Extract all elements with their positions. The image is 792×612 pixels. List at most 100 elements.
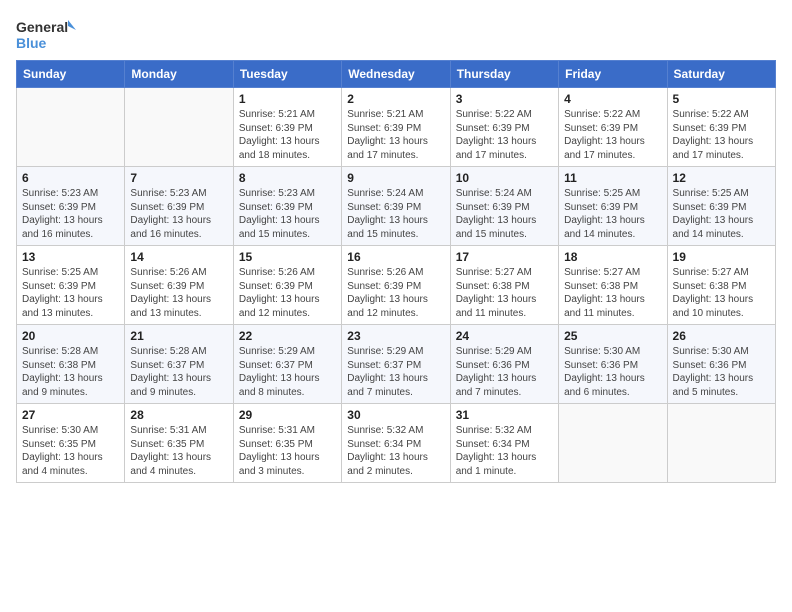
day-info: Sunrise: 5:21 AM Sunset: 6:39 PM Dayligh… xyxy=(239,108,336,162)
day-info: Sunrise: 5:30 AM Sunset: 6:36 PM Dayligh… xyxy=(564,345,661,399)
day-info: Sunrise: 5:31 AM Sunset: 6:35 PM Dayligh… xyxy=(130,424,227,478)
calendar-cell: 31 Sunrise: 5:32 AM Sunset: 6:34 PM Dayli… xyxy=(450,404,558,483)
calendar-cell: 24 Sunrise: 5:29 AM Sunset: 6:36 PM Dayli… xyxy=(450,325,558,404)
day-info: Sunrise: 5:23 AM Sunset: 6:39 PM Dayligh… xyxy=(22,187,119,241)
calendar-cell: 12 Sunrise: 5:25 AM Sunset: 6:39 PM Dayli… xyxy=(667,167,775,246)
week-row-4: 20 Sunrise: 5:28 AM Sunset: 6:38 PM Dayli… xyxy=(17,325,776,404)
calendar-cell: 17 Sunrise: 5:27 AM Sunset: 6:38 PM Dayli… xyxy=(450,246,558,325)
col-header-thursday: Thursday xyxy=(450,61,558,88)
header: GeneralBlue xyxy=(16,16,776,52)
day-info: Sunrise: 5:25 AM Sunset: 6:39 PM Dayligh… xyxy=(22,266,119,320)
week-row-1: 1 Sunrise: 5:21 AM Sunset: 6:39 PM Daylig… xyxy=(17,88,776,167)
calendar-cell: 30 Sunrise: 5:32 AM Sunset: 6:34 PM Dayli… xyxy=(342,404,450,483)
day-number: 19 xyxy=(673,250,770,264)
day-number: 22 xyxy=(239,329,336,343)
day-info: Sunrise: 5:28 AM Sunset: 6:38 PM Dayligh… xyxy=(22,345,119,399)
calendar-cell xyxy=(17,88,125,167)
calendar-cell: 19 Sunrise: 5:27 AM Sunset: 6:38 PM Dayli… xyxy=(667,246,775,325)
day-info: Sunrise: 5:29 AM Sunset: 6:37 PM Dayligh… xyxy=(239,345,336,399)
day-info: Sunrise: 5:24 AM Sunset: 6:39 PM Dayligh… xyxy=(347,187,444,241)
col-header-monday: Monday xyxy=(125,61,233,88)
day-info: Sunrise: 5:23 AM Sunset: 6:39 PM Dayligh… xyxy=(239,187,336,241)
col-header-saturday: Saturday xyxy=(667,61,775,88)
day-number: 20 xyxy=(22,329,119,343)
day-info: Sunrise: 5:27 AM Sunset: 6:38 PM Dayligh… xyxy=(564,266,661,320)
day-info: Sunrise: 5:32 AM Sunset: 6:34 PM Dayligh… xyxy=(456,424,553,478)
day-info: Sunrise: 5:25 AM Sunset: 6:39 PM Dayligh… xyxy=(673,187,770,241)
day-info: Sunrise: 5:27 AM Sunset: 6:38 PM Dayligh… xyxy=(673,266,770,320)
calendar-cell: 14 Sunrise: 5:26 AM Sunset: 6:39 PM Dayli… xyxy=(125,246,233,325)
day-number: 24 xyxy=(456,329,553,343)
day-number: 28 xyxy=(130,408,227,422)
svg-text:Blue: Blue xyxy=(16,35,47,51)
day-number: 5 xyxy=(673,92,770,106)
day-info: Sunrise: 5:23 AM Sunset: 6:39 PM Dayligh… xyxy=(130,187,227,241)
calendar-cell: 8 Sunrise: 5:23 AM Sunset: 6:39 PM Daylig… xyxy=(233,167,341,246)
logo-svg: GeneralBlue xyxy=(16,16,76,52)
col-header-friday: Friday xyxy=(559,61,667,88)
calendar-cell: 11 Sunrise: 5:25 AM Sunset: 6:39 PM Dayli… xyxy=(559,167,667,246)
day-number: 29 xyxy=(239,408,336,422)
calendar-cell: 3 Sunrise: 5:22 AM Sunset: 6:39 PM Daylig… xyxy=(450,88,558,167)
day-info: Sunrise: 5:26 AM Sunset: 6:39 PM Dayligh… xyxy=(239,266,336,320)
day-info: Sunrise: 5:27 AM Sunset: 6:38 PM Dayligh… xyxy=(456,266,553,320)
svg-text:General: General xyxy=(16,19,68,35)
day-info: Sunrise: 5:25 AM Sunset: 6:39 PM Dayligh… xyxy=(564,187,661,241)
day-number: 17 xyxy=(456,250,553,264)
day-number: 16 xyxy=(347,250,444,264)
day-number: 3 xyxy=(456,92,553,106)
col-header-wednesday: Wednesday xyxy=(342,61,450,88)
calendar-cell: 4 Sunrise: 5:22 AM Sunset: 6:39 PM Daylig… xyxy=(559,88,667,167)
day-number: 6 xyxy=(22,171,119,185)
day-number: 14 xyxy=(130,250,227,264)
day-info: Sunrise: 5:29 AM Sunset: 6:37 PM Dayligh… xyxy=(347,345,444,399)
day-number: 8 xyxy=(239,171,336,185)
calendar-cell: 1 Sunrise: 5:21 AM Sunset: 6:39 PM Daylig… xyxy=(233,88,341,167)
week-row-3: 13 Sunrise: 5:25 AM Sunset: 6:39 PM Dayli… xyxy=(17,246,776,325)
calendar-cell: 7 Sunrise: 5:23 AM Sunset: 6:39 PM Daylig… xyxy=(125,167,233,246)
day-number: 15 xyxy=(239,250,336,264)
day-info: Sunrise: 5:24 AM Sunset: 6:39 PM Dayligh… xyxy=(456,187,553,241)
day-info: Sunrise: 5:22 AM Sunset: 6:39 PM Dayligh… xyxy=(673,108,770,162)
day-number: 13 xyxy=(22,250,119,264)
calendar-cell: 28 Sunrise: 5:31 AM Sunset: 6:35 PM Dayli… xyxy=(125,404,233,483)
day-number: 12 xyxy=(673,171,770,185)
calendar-cell xyxy=(559,404,667,483)
calendar-cell: 2 Sunrise: 5:21 AM Sunset: 6:39 PM Daylig… xyxy=(342,88,450,167)
day-number: 9 xyxy=(347,171,444,185)
day-info: Sunrise: 5:32 AM Sunset: 6:34 PM Dayligh… xyxy=(347,424,444,478)
day-number: 7 xyxy=(130,171,227,185)
day-info: Sunrise: 5:21 AM Sunset: 6:39 PM Dayligh… xyxy=(347,108,444,162)
day-number: 23 xyxy=(347,329,444,343)
day-number: 2 xyxy=(347,92,444,106)
day-info: Sunrise: 5:22 AM Sunset: 6:39 PM Dayligh… xyxy=(456,108,553,162)
calendar-cell: 20 Sunrise: 5:28 AM Sunset: 6:38 PM Dayli… xyxy=(17,325,125,404)
day-info: Sunrise: 5:30 AM Sunset: 6:35 PM Dayligh… xyxy=(22,424,119,478)
day-number: 21 xyxy=(130,329,227,343)
day-info: Sunrise: 5:31 AM Sunset: 6:35 PM Dayligh… xyxy=(239,424,336,478)
day-info: Sunrise: 5:26 AM Sunset: 6:39 PM Dayligh… xyxy=(130,266,227,320)
calendar-cell: 5 Sunrise: 5:22 AM Sunset: 6:39 PM Daylig… xyxy=(667,88,775,167)
calendar-table: SundayMondayTuesdayWednesdayThursdayFrid… xyxy=(16,60,776,483)
calendar-cell xyxy=(125,88,233,167)
day-info: Sunrise: 5:29 AM Sunset: 6:36 PM Dayligh… xyxy=(456,345,553,399)
calendar-cell: 25Sunrise: 5:30 AM Sunset: 6:36 PM Dayli… xyxy=(559,325,667,404)
day-number: 11 xyxy=(564,171,661,185)
calendar-cell: 29 Sunrise: 5:31 AM Sunset: 6:35 PM Dayli… xyxy=(233,404,341,483)
day-number: 27 xyxy=(22,408,119,422)
day-number: 26 xyxy=(673,329,770,343)
col-header-tuesday: Tuesday xyxy=(233,61,341,88)
calendar-cell: 23 Sunrise: 5:29 AM Sunset: 6:37 PM Dayli… xyxy=(342,325,450,404)
day-number: 31 xyxy=(456,408,553,422)
day-number: 30 xyxy=(347,408,444,422)
day-info: Sunrise: 5:22 AM Sunset: 6:39 PM Dayligh… xyxy=(564,108,661,162)
calendar-cell: 6 Sunrise: 5:23 AM Sunset: 6:39 PM Daylig… xyxy=(17,167,125,246)
day-number: 18 xyxy=(564,250,661,264)
calendar-cell: 15 Sunrise: 5:26 AM Sunset: 6:39 PM Dayli… xyxy=(233,246,341,325)
week-row-5: 27 Sunrise: 5:30 AM Sunset: 6:35 PM Dayli… xyxy=(17,404,776,483)
day-number: 4 xyxy=(564,92,661,106)
week-row-2: 6 Sunrise: 5:23 AM Sunset: 6:39 PM Daylig… xyxy=(17,167,776,246)
calendar-cell xyxy=(667,404,775,483)
day-number: 1 xyxy=(239,92,336,106)
header-row: SundayMondayTuesdayWednesdayThursdayFrid… xyxy=(17,61,776,88)
